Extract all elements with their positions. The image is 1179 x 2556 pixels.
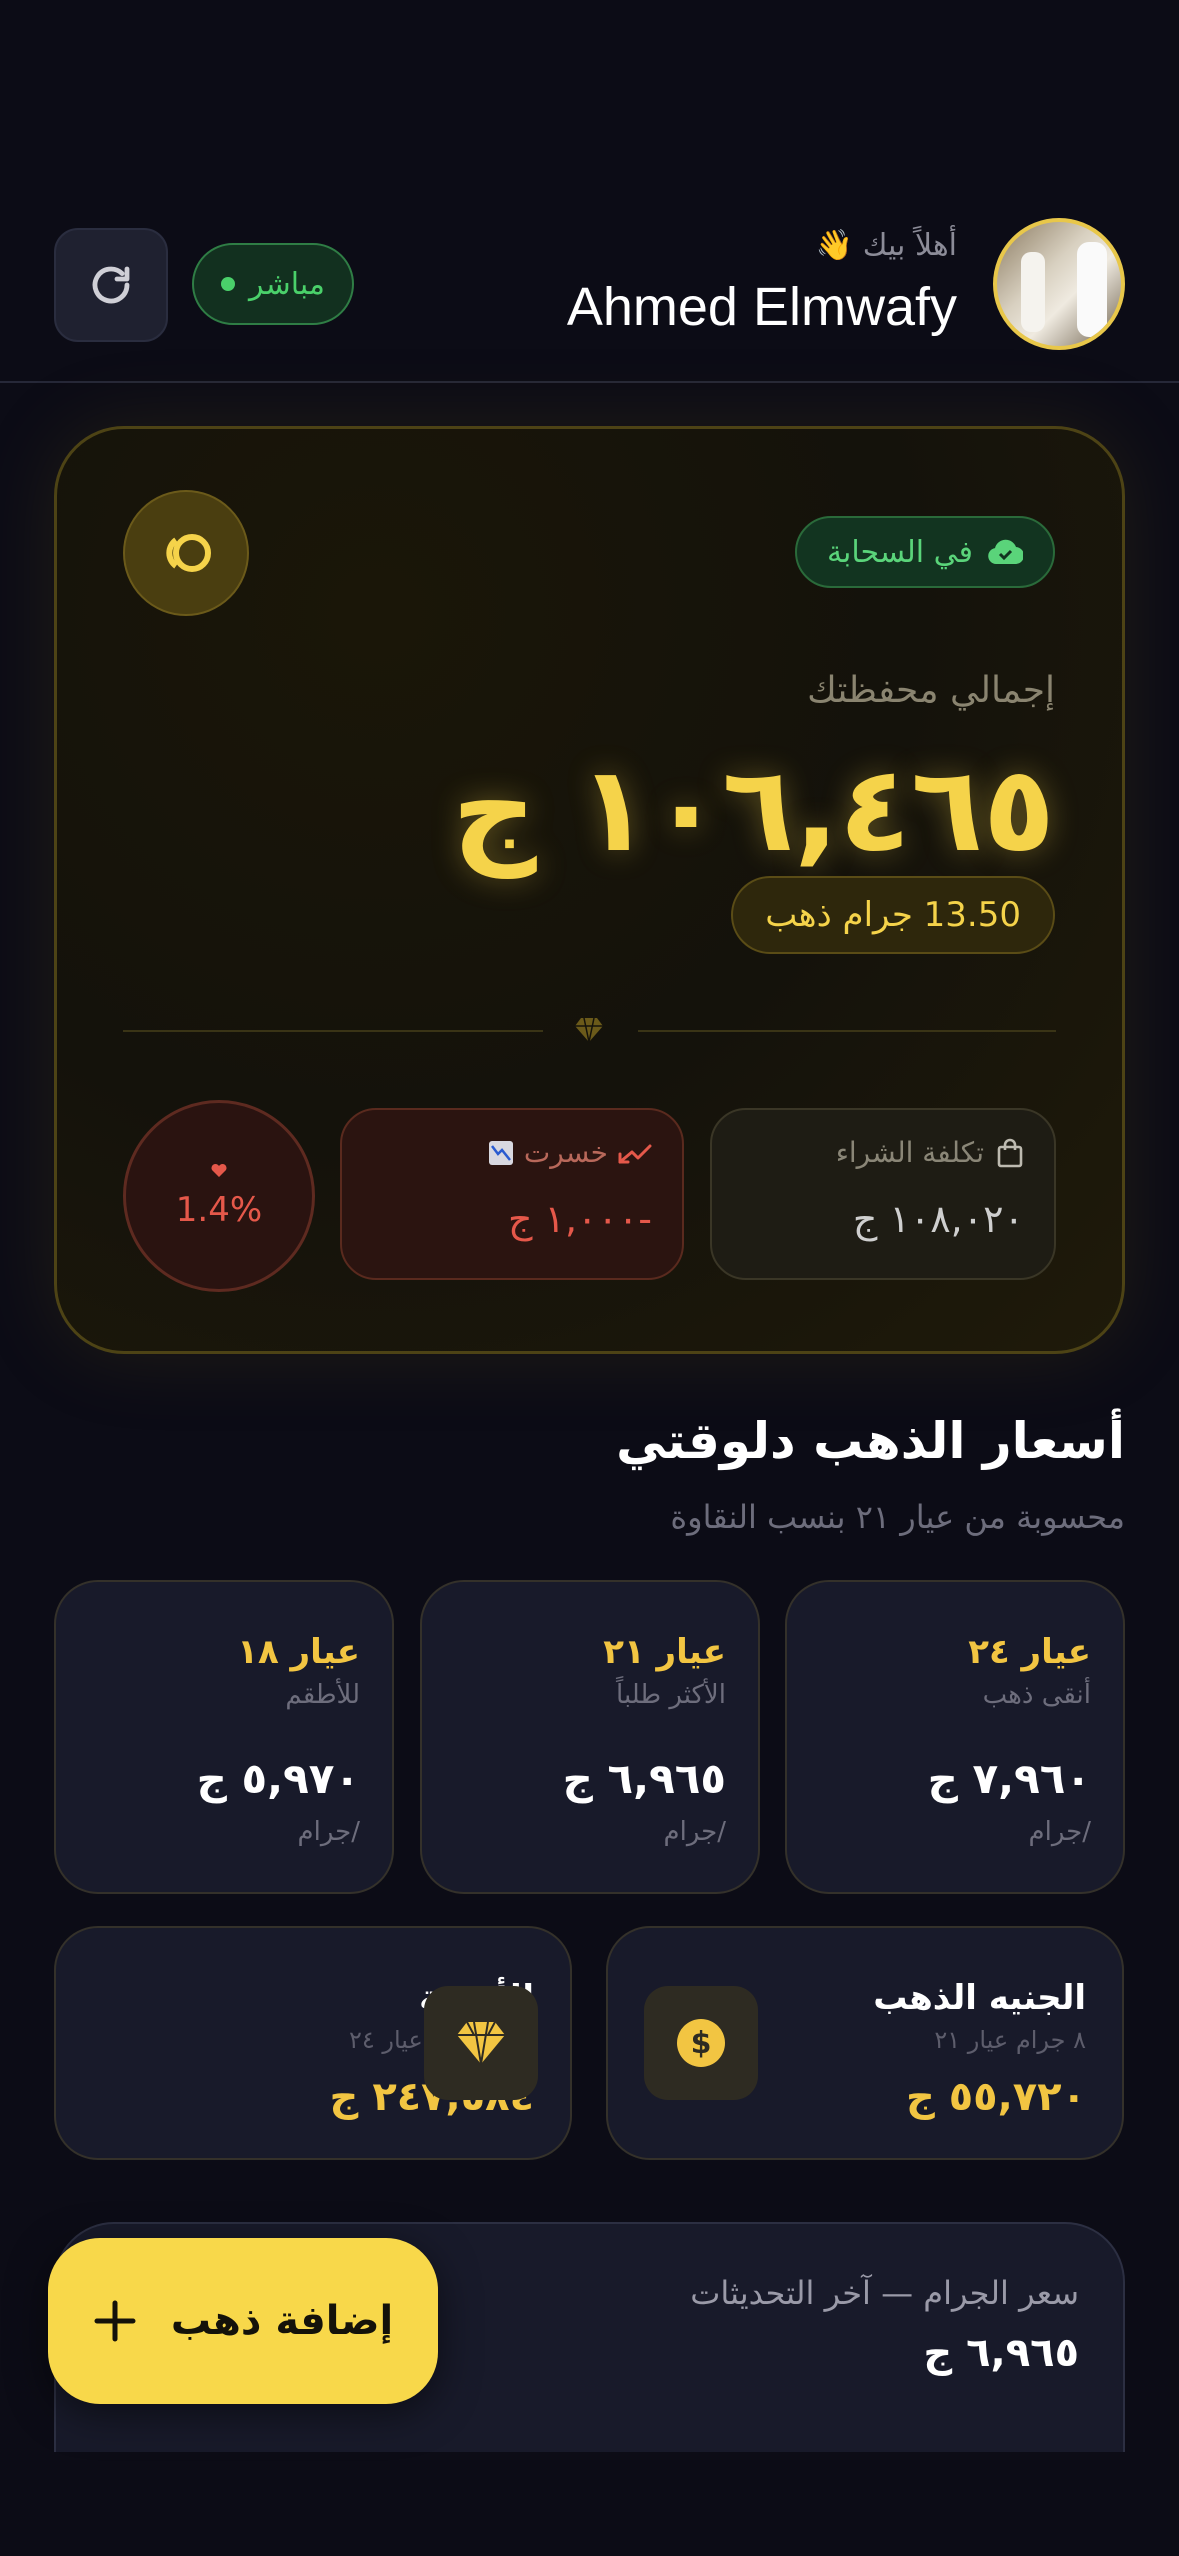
cost-label: تكلفة الشراء: [835, 1136, 984, 1169]
chart-down-emoji-icon: [488, 1140, 513, 1165]
karat-card-18[interactable]: عيار ١٨ للأطقم ٥,٩٧٠ ج /جرام: [54, 1580, 394, 1894]
loss-value: -١,٠٠٠ ج: [507, 1197, 652, 1241]
prices-subtitle: محسوبة من عيار ٢١ بنسب النقاوة: [670, 1498, 1125, 1536]
purchase-cost-box: تكلفة الشراء ١٠٨,٠٢٠ ج: [710, 1108, 1056, 1280]
refresh-button[interactable]: [54, 228, 168, 342]
add-gold-label: إضافة ذهب: [170, 2298, 394, 2344]
pound-title: الجنيه الذهب: [873, 1978, 1086, 2018]
karat-desc: أنقى ذهب: [982, 1680, 1091, 1710]
karat-card-21[interactable]: عيار ٢١ الأكثر طلباً ٦,٩٦٥ ج /جرام: [420, 1580, 760, 1894]
change-percent-circle: 1.4%: [123, 1100, 315, 1292]
karat-price: ٦,٩٦٥ ج: [562, 1754, 726, 1803]
prices-title: أسعار الذهب دلوقتي: [616, 1412, 1125, 1470]
user-name: Ahmed Elmwafy: [566, 277, 957, 337]
card-divider-right: [638, 1030, 1056, 1032]
karat-unit: /جرام: [663, 1817, 727, 1847]
avatar-figure-right: [1077, 242, 1107, 337]
karat-label: عيار ١٨: [237, 1632, 360, 1672]
svg-text:$: $: [691, 2026, 712, 2061]
karat-desc: الأكثر طلباً: [616, 1680, 726, 1710]
shopping-bag-icon: [997, 1138, 1023, 1167]
cost-value: ١٠٨,٠٢٠ ج: [852, 1197, 1024, 1241]
gold-pound-card[interactable]: $ الجنيه الذهب ٨ جرام عيار ٢١ ٥٥,٧٢٠ ج: [606, 1926, 1124, 2160]
bottom-fade: [0, 2452, 1179, 2556]
karat-desc: للأطقم: [285, 1680, 360, 1710]
karat-unit: /جرام: [1028, 1817, 1092, 1847]
coins-button[interactable]: [123, 490, 249, 616]
header-divider: [0, 381, 1179, 383]
loss-label: خسرت: [523, 1136, 608, 1169]
live-dot-icon: [221, 277, 236, 291]
diamond-icon: [424, 1986, 538, 2100]
karat-price: ٧,٩٦٠ ج: [927, 1754, 1091, 1803]
add-gold-button[interactable]: إضافة ذهب: [48, 2238, 438, 2404]
loss-box: خسرت -١,٠٠٠ ج: [340, 1108, 684, 1280]
ounce-card[interactable]: الأوقية ٣١.١ جرام عيار ٢٤ ٢٤٧,٥٨٤ ج: [54, 1926, 572, 2160]
refresh-icon: [92, 266, 130, 304]
gem-divider-icon: [574, 1016, 604, 1048]
pound-value: ٥٥,٧٢٠ ج: [905, 2074, 1086, 2120]
cloud-check-icon: [988, 539, 1023, 565]
total-label: إجمالي محفظتك: [807, 670, 1055, 711]
trend-down-icon: [618, 1144, 652, 1163]
history-value: ٦,٩٦٥ ج: [923, 2330, 1079, 2376]
history-title: سعر الجرام — آخر التحديثات: [690, 2274, 1079, 2312]
grams-badge: 13.50 جرام ذهب: [731, 876, 1055, 954]
karat-price: ٥,٩٧٠ ج: [196, 1754, 360, 1803]
card-divider-left: [123, 1030, 543, 1032]
change-percent: 1.4%: [175, 1190, 263, 1230]
coins-icon: [166, 534, 211, 572]
karat-unit: /جرام: [297, 1817, 361, 1847]
cloud-sync-badge: في السحابة: [794, 516, 1055, 588]
live-status-badge: مباشر: [192, 243, 354, 325]
pound-sub: ٨ جرام عيار ٢١: [934, 2026, 1086, 2054]
heart-icon: [211, 1163, 227, 1177]
avatar[interactable]: [993, 218, 1125, 350]
greeting: أهلاً بيك 👋: [815, 228, 957, 263]
karat-label: عيار ٢١: [603, 1632, 726, 1672]
avatar-figure-left: [1021, 252, 1045, 332]
dollar-coin-icon: $: [644, 1986, 758, 2100]
live-label: مباشر: [249, 266, 325, 302]
karat-label: عيار ٢٤: [968, 1632, 1091, 1672]
plus-icon: [94, 2300, 136, 2342]
total-value: ١٠٦,٤٦٥ ج: [451, 740, 1055, 878]
karat-card-24[interactable]: عيار ٢٤ أنقى ذهب ٧,٩٦٠ ج /جرام: [785, 1580, 1125, 1894]
grams-label: 13.50 جرام ذهب: [765, 895, 1021, 935]
cloud-label: في السحابة: [826, 534, 973, 570]
